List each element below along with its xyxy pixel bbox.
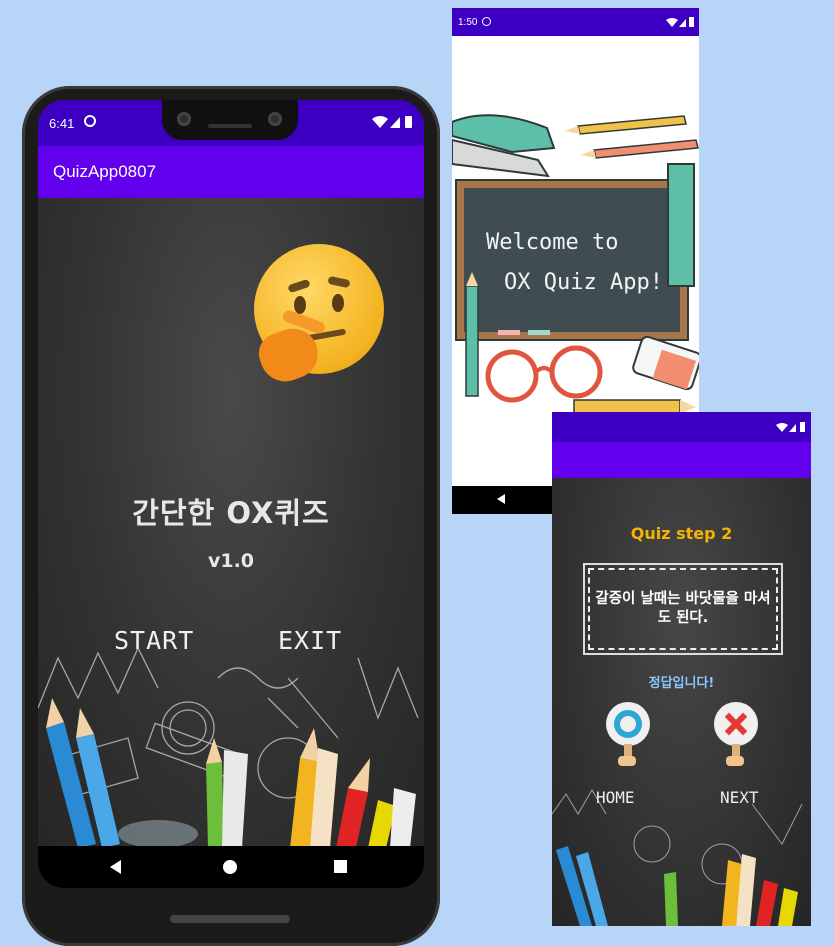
navigation-bar xyxy=(38,846,424,888)
signal-icon xyxy=(679,19,686,27)
version-label: v1.0 xyxy=(207,550,255,572)
front-camera-2 xyxy=(268,112,282,126)
welcome-text-line1: Welcome to xyxy=(486,230,619,255)
signal-icon xyxy=(789,424,796,432)
status-icons xyxy=(776,422,805,432)
o-sign-icon[interactable] xyxy=(606,702,650,768)
recents-icon[interactable] xyxy=(334,860,347,873)
app-bar xyxy=(552,442,811,478)
quiz-step-label: Quiz step 2 xyxy=(630,524,733,543)
question-text: 갈증이 날때는 바닷물을 마셔도 된다. xyxy=(595,591,771,626)
battery-icon xyxy=(689,17,694,27)
front-camera xyxy=(177,112,191,126)
app-title: QuizApp0807 xyxy=(53,162,157,181)
status-time: 1:50 xyxy=(458,17,478,28)
quiz-screen: Quiz step 2 갈증이 날때는 바닷물을 마셔도 된다. 정답입니다! … xyxy=(552,412,811,926)
chalkboard-background: 간단한 OX퀴즈 v1.0 START EXIT xyxy=(38,198,424,848)
pencils-illustration xyxy=(552,789,803,926)
home-icon[interactable] xyxy=(223,860,237,874)
signal-icon xyxy=(390,117,400,128)
status-bar xyxy=(552,412,811,442)
bottom-speaker xyxy=(170,915,290,923)
battery-icon xyxy=(800,422,805,432)
question-box: 갈증이 날때는 바닷물을 마셔도 된다. xyxy=(583,563,783,655)
battery-icon xyxy=(405,116,412,128)
thinking-face-icon xyxy=(253,244,384,389)
x-sign-icon[interactable] xyxy=(714,702,758,768)
sync-icon xyxy=(482,17,491,26)
main-phone-screen: 6:41 QuizApp0807 간단한 OX퀴즈 v1.0 START EXI… xyxy=(38,100,424,888)
pencils-illustration xyxy=(38,646,419,848)
app-main-title: 간단한 OX퀴즈 xyxy=(132,496,330,530)
wifi-icon xyxy=(372,116,388,128)
wifi-icon xyxy=(666,18,678,27)
back-icon[interactable] xyxy=(110,860,121,874)
camera-notch xyxy=(162,100,298,140)
back-icon[interactable] xyxy=(497,494,505,504)
earpiece xyxy=(208,124,252,128)
app-bar: QuizApp0807 xyxy=(38,146,424,198)
status-icons xyxy=(666,17,694,27)
result-text: 정답입니다! xyxy=(648,676,715,691)
status-time: 6:41 xyxy=(49,116,75,131)
wifi-icon xyxy=(776,423,788,432)
welcome-text-line2: OX Quiz App! xyxy=(504,270,663,295)
status-bar: 1:50 xyxy=(452,8,699,36)
status-icons xyxy=(372,116,412,128)
sync-icon xyxy=(84,115,96,127)
status-bar: 6:41 xyxy=(38,100,424,146)
